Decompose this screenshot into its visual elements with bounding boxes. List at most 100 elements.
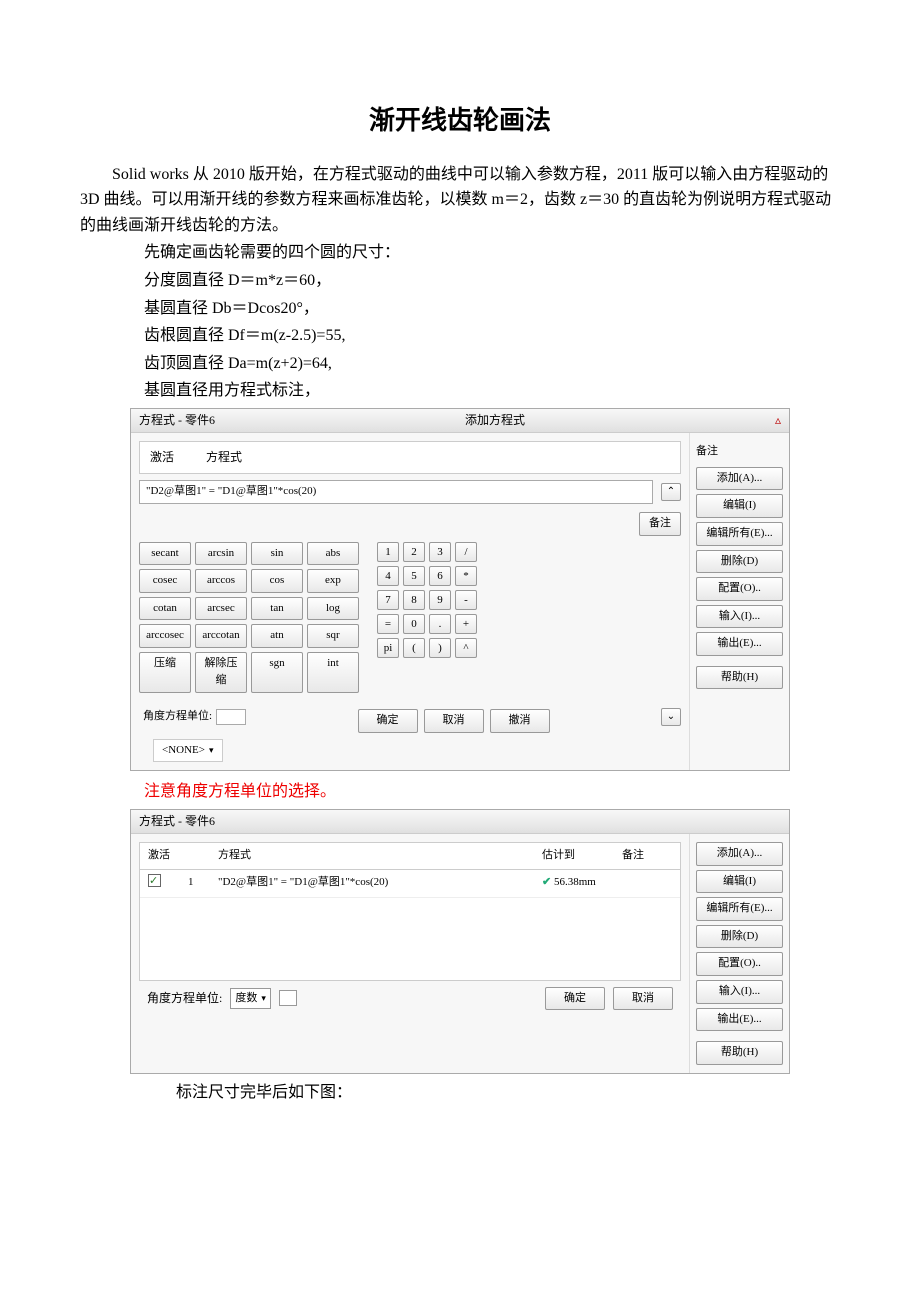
fn-arccosec[interactable]: arccosec xyxy=(139,624,191,648)
num-rparen[interactable]: ) xyxy=(429,638,451,658)
th-equation: 方程式 xyxy=(218,847,542,865)
close-icon[interactable]: ▵ xyxy=(775,411,781,430)
fn-sgn[interactable]: sgn xyxy=(251,652,303,693)
angle-unit-label-2: 角度方程单位: xyxy=(147,989,222,1008)
num-dot[interactable]: . xyxy=(429,614,451,634)
num-eq[interactable]: = xyxy=(377,614,399,634)
function-pad: secant arcsin sin abs cosec arccos cos e… xyxy=(139,542,359,694)
num-4[interactable]: 4 xyxy=(377,566,399,586)
fn-int[interactable]: int xyxy=(307,652,359,693)
calc-line-0: 先确定画齿轮需要的四个圆的尺寸： xyxy=(80,240,840,266)
edit-all-button-2[interactable]: 编辑所有(E)... xyxy=(696,897,783,921)
delete-button[interactable]: 删除(D) xyxy=(696,550,783,574)
column-headers: 激活 方程式 xyxy=(139,441,681,474)
fn-cotan[interactable]: cotan xyxy=(139,597,191,621)
row-index: 1 xyxy=(188,874,218,894)
num-5[interactable]: 5 xyxy=(403,566,425,586)
edit-all-button[interactable]: 编辑所有(E)... xyxy=(696,522,783,546)
fn-arcsec[interactable]: arcsec xyxy=(195,597,247,621)
cancel-button[interactable]: 取消 xyxy=(424,709,484,733)
help-button-2[interactable]: 帮助(H) xyxy=(696,1041,783,1065)
table-row[interactable]: 1 "D2@草图1" = "D1@草图1"*cos(20) ✔ 56.38mm xyxy=(140,870,680,899)
fn-exp[interactable]: exp xyxy=(307,569,359,593)
import-button-2[interactable]: 输入(I)... xyxy=(696,980,783,1004)
edit-button-2[interactable]: 编辑(I) xyxy=(696,870,783,894)
help-button[interactable]: 帮助(H) xyxy=(696,666,783,690)
after-text: 标注尺寸完毕后如下图： xyxy=(80,1080,840,1106)
num-pi[interactable]: pi xyxy=(377,638,399,658)
config-button[interactable]: 配置(O).. xyxy=(696,577,783,601)
add-button-2[interactable]: 添加(A)... xyxy=(696,842,783,866)
fn-sqr[interactable]: sqr xyxy=(307,624,359,648)
export-button-2[interactable]: 输出(E)... xyxy=(696,1008,783,1032)
import-button[interactable]: 输入(I)... xyxy=(696,605,783,629)
delete-button-2[interactable]: 删除(D) xyxy=(696,925,783,949)
th-value: 估计到 xyxy=(542,847,622,865)
num-9[interactable]: 9 xyxy=(429,590,451,610)
fn-uncompress[interactable]: 解除压缩 xyxy=(195,652,247,693)
dialog2-title: 方程式 - 零件6 xyxy=(139,812,215,831)
dialog2-titlebar: 方程式 - 零件6 xyxy=(131,810,789,834)
row-equation: "D2@草图1" = "D1@草图1"*cos(20) xyxy=(218,874,542,894)
equation-input[interactable]: "D2@草图1" = "D1@草图1"*cos(20) xyxy=(139,480,653,504)
fn-cosec[interactable]: cosec xyxy=(139,569,191,593)
edit-button[interactable]: 编辑(I) xyxy=(696,494,783,518)
add-button[interactable]: 添加(A)... xyxy=(696,467,783,491)
fn-arccos[interactable]: arccos xyxy=(195,569,247,593)
equations-list-dialog: 方程式 - 零件6 激活 方程式 估计到 备注 1 "D2@草图1" = "D1… xyxy=(130,809,790,1074)
num-7[interactable]: 7 xyxy=(377,590,399,610)
fn-arcsin[interactable]: arcsin xyxy=(195,542,247,566)
cancel-button-2[interactable]: 取消 xyxy=(613,987,673,1011)
note-button[interactable]: 备注 xyxy=(639,512,681,536)
equations-table: 激活 方程式 估计到 备注 1 "D2@草图1" = "D1@草图1"*cos(… xyxy=(139,842,681,981)
filter-icon[interactable] xyxy=(279,990,297,1006)
num-div[interactable]: / xyxy=(455,542,477,562)
num-8[interactable]: 8 xyxy=(403,590,425,610)
calc-line-1: 分度圆直径 D＝m*z＝60， xyxy=(80,268,840,294)
fn-compress[interactable]: 压缩 xyxy=(139,652,191,693)
fn-sin[interactable]: sin xyxy=(251,542,303,566)
calc-line-3: 齿根圆直径 Df＝m(z-2.5)=55, xyxy=(80,323,840,349)
dialog-titlebar: 方程式 - 零件6 添加方程式 ▵ xyxy=(131,409,789,433)
intro-paragraph: Solid works 从 2010 版开始，在方程式驱动的曲线中可以输入参数方… xyxy=(80,162,840,239)
num-add[interactable]: + xyxy=(455,614,477,634)
fn-tan[interactable]: tan xyxy=(251,597,303,621)
num-caret[interactable]: ^ xyxy=(455,638,477,658)
ok-button[interactable]: 确定 xyxy=(358,709,418,733)
num-2[interactable]: 2 xyxy=(403,542,425,562)
config-button-2[interactable]: 配置(O).. xyxy=(696,952,783,976)
expand-icon[interactable]: ⌄ xyxy=(661,708,681,726)
fn-log[interactable]: log xyxy=(307,597,359,621)
num-mul[interactable]: * xyxy=(455,566,477,586)
fn-abs[interactable]: abs xyxy=(307,542,359,566)
num-3[interactable]: 3 xyxy=(429,542,451,562)
num-sub[interactable]: - xyxy=(455,590,477,610)
calc-line-2: 基圆直径 Db＝Dcos20°， xyxy=(80,296,840,322)
ok-button-2[interactable]: 确定 xyxy=(545,987,605,1011)
angle-unit-input[interactable] xyxy=(216,709,246,725)
num-6[interactable]: 6 xyxy=(429,566,451,586)
fn-arccotan[interactable]: arccotan xyxy=(195,624,247,648)
none-dropdown[interactable]: <NONE> ▾ xyxy=(153,739,223,763)
fn-cos[interactable]: cos xyxy=(251,569,303,593)
fn-atn[interactable]: atn xyxy=(251,624,303,648)
chevron-down-icon: ▾ xyxy=(261,991,266,1005)
note-label-right: 备注 xyxy=(696,441,783,463)
num-lparen[interactable]: ( xyxy=(403,638,425,658)
page-title: 渐开线齿轮画法 xyxy=(80,100,840,142)
collapse-icon[interactable]: ⌃ xyxy=(661,483,681,501)
active-checkbox[interactable] xyxy=(148,874,161,887)
num-0[interactable]: 0 xyxy=(403,614,425,634)
chevron-down-icon: ▾ xyxy=(209,743,214,757)
calc-line-5: 基圆直径用方程式标注， xyxy=(80,378,840,404)
undo-button[interactable]: 撤消 xyxy=(490,709,550,733)
th-note: 备注 xyxy=(622,847,672,865)
angle-unit-value: 度数 xyxy=(235,990,257,1008)
row-value: 56.38mm xyxy=(554,876,596,888)
col-activate: 激活 xyxy=(150,448,174,467)
num-1[interactable]: 1 xyxy=(377,542,399,562)
none-label: <NONE> xyxy=(162,742,205,760)
export-button[interactable]: 输出(E)... xyxy=(696,632,783,656)
fn-secant[interactable]: secant xyxy=(139,542,191,566)
angle-unit-select[interactable]: 度数 ▾ xyxy=(230,988,271,1010)
